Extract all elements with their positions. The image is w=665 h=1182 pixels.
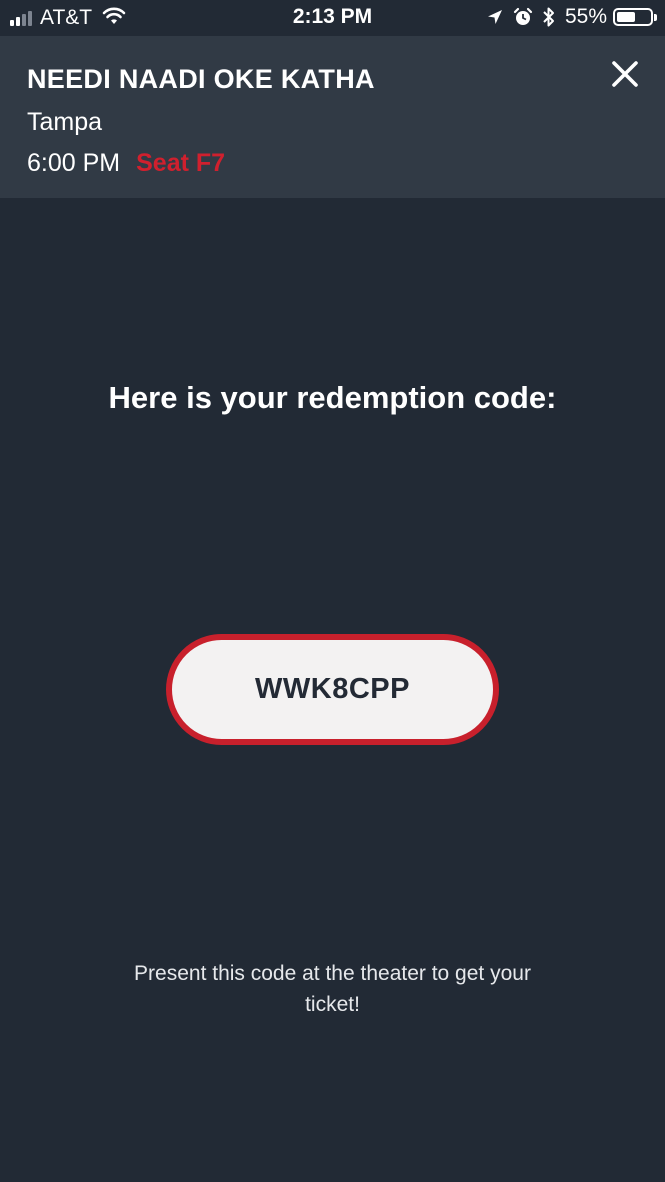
location-icon	[486, 8, 504, 26]
showtime-row: 6:00 PM Seat F7	[27, 149, 225, 178]
close-button[interactable]	[611, 60, 639, 88]
close-icon[interactable]	[611, 60, 639, 88]
ticket-header: NEEDI NAADI OKE KATHA Tampa 6:00 PM Seat…	[0, 36, 665, 198]
status-bar: AT&T 2:13 PM 55%	[0, 0, 665, 36]
instructions-text: Present this code at the theater to get …	[134, 962, 531, 1016]
movie-title: NEEDI NAADI OKE KATHA	[27, 64, 375, 94]
theater-location: Tampa	[27, 108, 103, 136]
battery-percent: 55%	[564, 5, 607, 28]
showtime: 6:00 PM	[27, 149, 121, 177]
redemption-code-box: WWK8CPP	[166, 634, 499, 745]
status-right: 55%	[486, 5, 657, 29]
seat-label: Seat F7	[136, 149, 226, 177]
battery-icon	[613, 8, 657, 26]
redemption-code: WWK8CPP	[255, 673, 410, 705]
bluetooth-icon	[542, 6, 556, 28]
alarm-icon	[513, 7, 533, 27]
redemption-heading: Here is your redemption code:	[108, 380, 557, 415]
